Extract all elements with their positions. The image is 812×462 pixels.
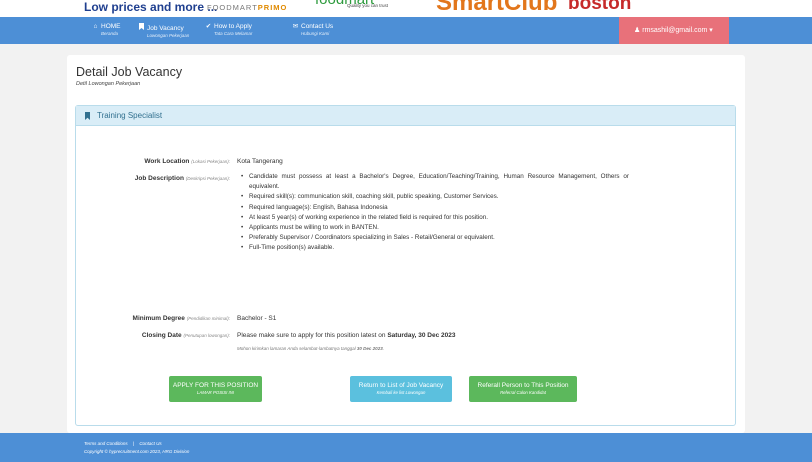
closing-date: Saturday, 30 Dec 2023 [387, 332, 456, 339]
job-heading: Training Specialist [76, 106, 735, 126]
page-subtitle: Detil Lowongan Pekerjaan [76, 81, 141, 87]
check-icon: ✔ [205, 23, 212, 30]
list-item: Candidate must possess at least a Bachel… [241, 172, 629, 192]
minimum-degree-value: Bachelor - S1 [237, 315, 277, 322]
page-title: Detail Job Vacancy [76, 65, 183, 79]
foodmart-logo: foodmartQuality you can trust [315, 0, 388, 8]
page-panel: Detail Job Vacancy Detil Lowongan Pekerj… [67, 55, 745, 433]
list-item: Full-Time position(s) available. [241, 243, 629, 253]
closing-date-value: Please make sure to apply for this posit… [237, 332, 456, 339]
nav-home[interactable]: ⌂ HOME Beranda [92, 23, 121, 37]
user-email: rmsashil@gmail.com [642, 27, 708, 34]
work-location-value: Kota Tangerang [237, 158, 283, 165]
contact-link[interactable]: Contact Us [139, 441, 161, 446]
job-title: Training Specialist [97, 111, 163, 120]
caret-down-icon: ▾ [709, 27, 713, 34]
foodmart-primo-logo: FOODMARTPRIMO [207, 3, 288, 12]
minimum-degree-label: Minimum Degree (Pendidikan minimal): [132, 315, 230, 322]
bookmark-icon [138, 23, 145, 32]
apply-button[interactable]: APPLY FOR THIS POSITION LAMAR POSISI INI [169, 376, 262, 402]
list-item: Preferably Supervisor / Coordinators spe… [241, 233, 629, 243]
footer-separator: | [132, 441, 135, 446]
job-description-label: Job Description (Deskripsi Pekerjaan): [134, 175, 230, 182]
list-item: Applicants must be willing to work in BA… [241, 223, 629, 233]
home-icon: ⌂ [93, 23, 98, 30]
work-location-label: Work Location (Lokasi Pekerjaan): [144, 158, 230, 165]
list-item: Required language(s): English, Bahasa In… [241, 203, 629, 213]
referral-button[interactable]: Referall Person to This Position Referra… [469, 376, 577, 402]
nav-contact-us[interactable]: ✉ Contact Us Hubungi Kami [292, 23, 333, 37]
foodmart-tagline: Quality you can trust [347, 3, 389, 8]
boston-logo: boston [568, 0, 632, 14]
copyright: Copyright © hyprecruitment.com 2023, HRG… [84, 449, 190, 454]
return-to-list-button[interactable]: Return to List of Job Vacancy Kembali ke… [350, 376, 452, 402]
nav-job-vacancy[interactable]: Job Vacancy Lowongan Pekerjaan [138, 23, 189, 39]
brand-strip: Low prices and more ... FOODMARTPRIMO fo… [0, 0, 812, 17]
list-item: Required skill(s): communication skill, … [241, 192, 629, 202]
list-item: At least 5 year(s) of working experience… [241, 213, 629, 223]
bookmark-icon [85, 112, 90, 120]
nav-how-to-apply[interactable]: ✔ How to Apply Tata Cara Melamar [205, 23, 253, 37]
user-menu-dropdown[interactable]: ♟ rmsashil@gmail.com ▾ [619, 17, 729, 44]
footer: Terms and Conditions | Contact Us Copyri… [0, 433, 812, 462]
closing-date-label: Closing Date (Penutupan lowongan): [141, 332, 230, 339]
envelope-icon: ✉ [292, 23, 299, 30]
closing-note: Mohon kirimkan lamaran Anda selambat-lam… [237, 346, 384, 351]
user-icon: ♟ [634, 27, 641, 34]
terms-link[interactable]: Terms and Conditions [84, 441, 128, 446]
smartclub-logo: SmartClub [436, 0, 558, 16]
brand-tagline: Low prices and more ... [84, 0, 218, 14]
job-description-list: Candidate must possess at least a Bachel… [241, 172, 629, 254]
